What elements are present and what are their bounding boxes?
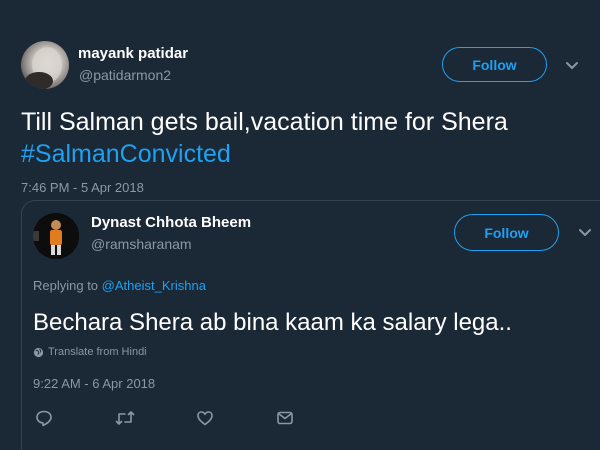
chevron-down-icon[interactable]: [561, 55, 583, 77]
retweet-icon[interactable]: [115, 408, 135, 428]
translate-link[interactable]: Translate from Hindi: [33, 346, 147, 358]
replying-to-label: Replying to: [33, 278, 99, 293]
reply-text: Bechara Shera ab bina kaam ka salary leg…: [33, 309, 512, 336]
replying-to: Replying to @Atheist_Krishna: [33, 278, 206, 293]
translate-label[interactable]: Translate from Hindi: [48, 346, 147, 358]
replying-to-handle[interactable]: @Atheist_Krishna: [102, 278, 206, 293]
globe-icon: [33, 347, 44, 358]
direct-message-icon[interactable]: [275, 408, 295, 428]
reply-icon[interactable]: [34, 408, 54, 428]
reply-author-name[interactable]: Dynast Chhota Bheem: [91, 214, 251, 231]
follow-button[interactable]: Follow: [442, 47, 547, 82]
chevron-down-icon[interactable]: [574, 222, 596, 244]
reply-author-handle[interactable]: @ramsharanam: [91, 236, 192, 252]
author-avatar[interactable]: [21, 41, 69, 89]
author-name[interactable]: mayank patidar: [78, 45, 188, 62]
tweet-timestamp[interactable]: 7:46 PM - 5 Apr 2018: [21, 180, 144, 195]
hashtag-link[interactable]: #SalmanConvicted: [21, 138, 231, 170]
reply-follow-button[interactable]: Follow: [454, 214, 559, 251]
tweet-text: Till Salman gets bail,vacation time for …: [21, 108, 508, 136]
reply-timestamp[interactable]: 9:22 AM - 6 Apr 2018: [33, 376, 155, 391]
like-icon[interactable]: [195, 408, 215, 428]
reply-author-avatar[interactable]: [33, 213, 79, 259]
author-handle[interactable]: @patidarmon2: [79, 67, 171, 83]
